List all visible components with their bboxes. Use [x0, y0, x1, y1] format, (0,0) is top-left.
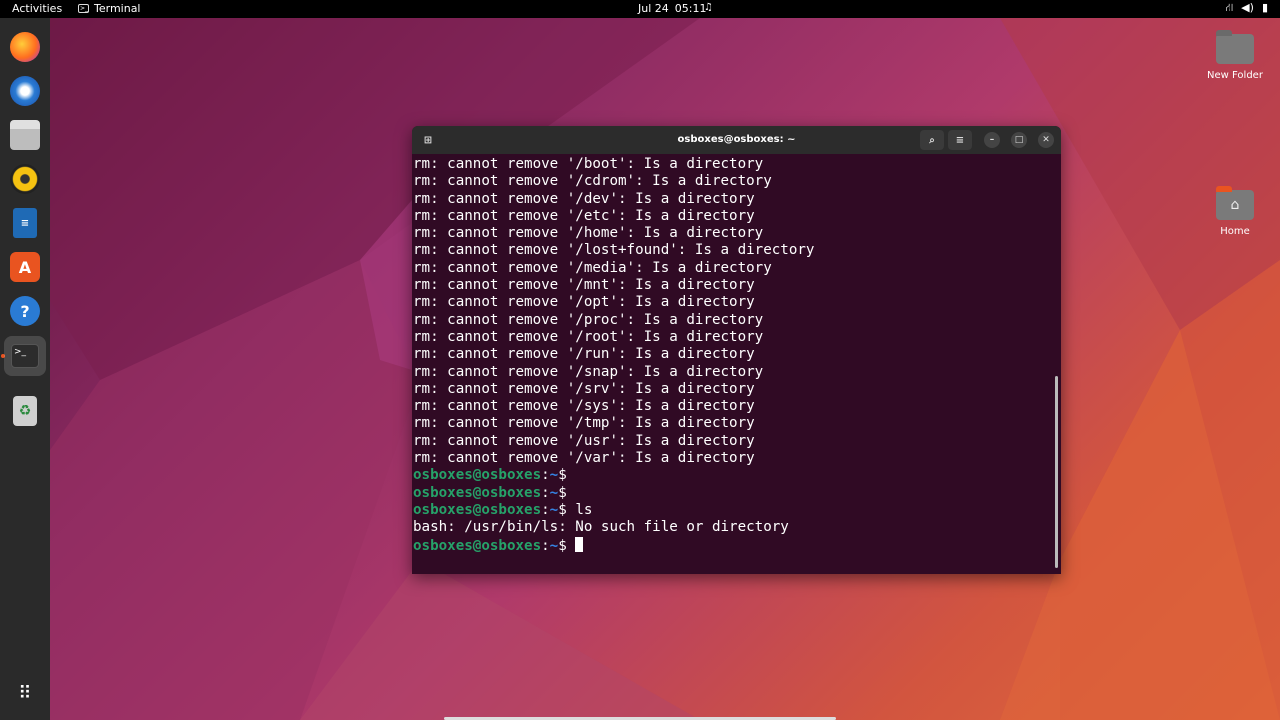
libreoffice-writer-icon: ≡ [13, 208, 37, 238]
dock: ≡ A ? >_ ♻ ⠿ [0, 18, 50, 720]
dock-firefox[interactable] [8, 30, 42, 64]
terminal-line: rm: cannot remove '/var': Is a directory [413, 450, 755, 467]
hamburger-menu-icon: ≡ [955, 134, 965, 146]
show-apps-button[interactable]: ⠿ [8, 676, 42, 710]
prompt-symbol: $ [558, 467, 567, 484]
terminal-app-icon: >_ [78, 4, 89, 13]
dock-files[interactable] [8, 118, 42, 152]
activities-button[interactable]: Activities [12, 2, 62, 15]
prompt-line: osboxes@osboxes:~$ ls [413, 502, 1053, 519]
app-center-icon: A [10, 252, 40, 282]
terminal-window[interactable]: ⊞ osboxes@osboxes: ~ ⌕ ≡ – □ ✕ rm: canno… [412, 126, 1061, 574]
terminal-icon: >_ [11, 344, 39, 368]
desktop-icon-home[interactable]: ⌂ Home [1200, 186, 1270, 237]
text-cursor [575, 536, 584, 552]
prompt-user: osboxes@osboxes [413, 501, 542, 518]
minimize-button[interactable]: – [984, 132, 1000, 148]
prompt-symbol: $ [558, 537, 567, 554]
terminal-line: rm: cannot remove '/srv': Is a directory [413, 380, 755, 397]
menu-button[interactable]: ≡ [948, 130, 972, 150]
clock-date: Jul 24 [638, 2, 669, 15]
prompt-separator: : [541, 537, 550, 554]
prompt-path: ~ [549, 501, 559, 518]
files-icon [10, 120, 40, 150]
prompt-separator: : [541, 501, 550, 518]
dock-software[interactable]: A [8, 250, 42, 284]
thunderbird-icon [10, 76, 40, 106]
app-name: Terminal [94, 2, 141, 15]
terminal-output[interactable]: rm: cannot remove '/boot': Is a director… [413, 156, 1053, 574]
terminal-line: rm: cannot remove '/tmp': Is a directory [413, 415, 755, 432]
dock-writer[interactable]: ≡ [8, 206, 42, 240]
clock[interactable]: Jul 24 05:11 [638, 2, 706, 15]
prompt-line: osboxes@osboxes:~$ [413, 536, 1053, 554]
desktop-icon-label: Home [1220, 226, 1250, 237]
prompt-separator: : [541, 484, 550, 501]
terminal-line: rm: cannot remove '/opt': Is a directory [413, 294, 755, 311]
rhythmbox-icon [10, 164, 40, 194]
battery-icon: ▮ [1261, 1, 1268, 14]
desktop-icon-new-folder[interactable]: New Folder [1200, 30, 1270, 81]
minimize-icon: – [989, 135, 995, 145]
apps-grid-icon: ⠿ [18, 682, 32, 704]
prompt-line: osboxes@osboxes:~$ [413, 485, 1053, 502]
home-folder-icon: ⌂ [1216, 186, 1254, 220]
prompt-symbol: $ [558, 484, 567, 501]
command-text: ls [575, 501, 593, 518]
command-output: bash: /usr/bin/ls: No such file or direc… [413, 519, 789, 536]
terminal-line: rm: cannot remove '/dev': Is a directory [413, 190, 755, 207]
dock-help[interactable]: ? [8, 294, 42, 328]
volume-icon: ◀) [1241, 1, 1254, 14]
terminal-line: rm: cannot remove '/snap': Is a director… [413, 363, 764, 380]
terminal-line: rm: cannot remove '/root': Is a director… [413, 328, 764, 345]
terminal-line: rm: cannot remove '/etc': Is a directory [413, 207, 755, 224]
dock-terminal[interactable]: >_ [4, 336, 46, 376]
maximize-button[interactable]: □ [1011, 132, 1027, 148]
terminal-line: rm: cannot remove '/mnt': Is a directory [413, 277, 755, 294]
terminal-line: rm: cannot remove '/home': Is a director… [413, 225, 764, 242]
clock-time: 05:11 [674, 2, 707, 15]
desktop-icon-label: New Folder [1207, 70, 1263, 81]
terminal-line: rm: cannot remove '/proc': Is a director… [413, 311, 764, 328]
prompt-user: osboxes@osboxes [413, 537, 542, 554]
terminal-titlebar[interactable]: ⊞ osboxes@osboxes: ~ ⌕ ≡ – □ ✕ [412, 126, 1061, 154]
terminal-line: rm: cannot remove '/lost+found': Is a di… [413, 242, 815, 259]
prompt-separator: : [541, 467, 550, 484]
prompt-user: osboxes@osboxes [413, 484, 542, 501]
top-bar: Activities >_ Terminal Jul 24 05:11 ♫ ⛙ … [0, 0, 1280, 18]
firefox-icon [10, 32, 40, 62]
search-icon: ⌕ [929, 134, 935, 146]
prompt-path: ~ [549, 537, 559, 554]
help-icon: ? [10, 296, 40, 326]
search-button[interactable]: ⌕ [920, 130, 944, 150]
terminal-line: rm: cannot remove '/run': Is a directory [413, 346, 755, 363]
prompt-user: osboxes@osboxes [413, 467, 542, 484]
dock-rhythmbox[interactable] [8, 162, 42, 196]
prompt-path: ~ [549, 484, 559, 501]
dock-trash[interactable]: ♻ [8, 394, 42, 428]
network-icon: ⛙ [1225, 1, 1234, 14]
terminal-line: rm: cannot remove '/usr': Is a directory [413, 432, 755, 449]
prompt-symbol: $ [558, 501, 567, 518]
prompt-path: ~ [549, 467, 559, 484]
terminal-line: rm: cannot remove '/sys': Is a directory [413, 398, 755, 415]
prompt-line: osboxes@osboxes:~$ [413, 467, 1053, 484]
close-button[interactable]: ✕ [1038, 132, 1054, 148]
trash-icon: ♻ [13, 396, 37, 426]
terminal-line: rm: cannot remove '/boot': Is a director… [413, 156, 764, 172]
maximize-icon: □ [1014, 135, 1024, 145]
app-menu[interactable]: >_ Terminal [78, 2, 141, 15]
terminal-line: rm: cannot remove '/cdrom': Is a directo… [413, 173, 772, 190]
folder-icon [1216, 30, 1254, 64]
terminal-line: rm: cannot remove '/media': Is a directo… [413, 259, 772, 276]
dock-thunderbird[interactable] [8, 74, 42, 108]
close-icon: ✕ [1042, 135, 1050, 145]
notification-bell-icon: ♫ [704, 2, 713, 13]
terminal-scrollbar[interactable] [1055, 376, 1058, 568]
system-tray[interactable]: ⛙ ◀) ▮ [1225, 1, 1268, 16]
